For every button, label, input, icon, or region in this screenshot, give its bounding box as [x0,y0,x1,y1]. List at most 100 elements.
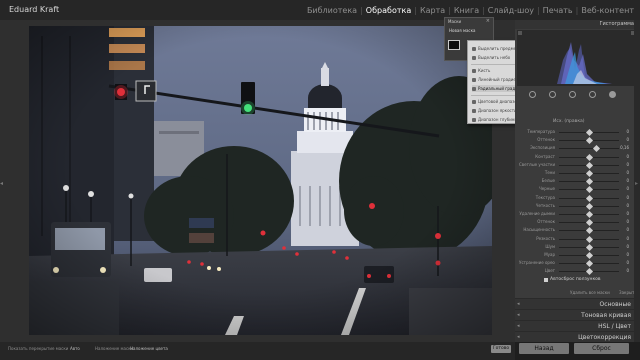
slider-knob[interactable] [585,178,593,186]
histogram-header[interactable]: Гистограмма [515,20,640,29]
module-separator: | [482,6,485,15]
slider-knob[interactable] [585,219,593,227]
module-tab[interactable]: Слайд-шоу [488,6,534,15]
slider-knob[interactable] [585,268,593,276]
slider-knob[interactable] [585,202,593,210]
slider-value[interactable]: 0 [626,236,629,241]
mask-color-label: Наложение маски: [95,346,135,351]
overlay-label: Показать перекрытие маски [8,346,69,351]
slider-value[interactable]: 0 [626,260,629,265]
slider-knob[interactable] [585,251,593,260]
slider-knob[interactable] [585,137,593,145]
slider-value[interactable]: 0 [626,129,629,134]
slider-value[interactable]: 0 [626,268,629,273]
menu-item-label: Диапазон яркости [478,108,517,113]
right-edge: ▸ [634,20,640,342]
slider-label: Удаление дымки [519,211,555,216]
photo-canvas[interactable] [29,26,492,335]
slider-label: Цвет [544,268,555,274]
delete-masks-link[interactable]: Удалить все маски [570,290,610,295]
reset-button[interactable]: Сброс [574,343,629,354]
slider-knob[interactable] [585,243,593,251]
module-tab[interactable]: Веб-контент [581,6,634,15]
slider-knob[interactable] [585,161,593,169]
slider-value[interactable]: 0 [626,227,629,232]
slider-knob[interactable] [585,227,593,235]
slider-knob[interactable] [592,145,600,153]
accordion-tone-curve[interactable]: ◂ Тоновая кривая [515,309,634,320]
top-bar: Eduard Kraft Библиотека | Обработка | Карта |… [0,0,640,20]
auto-reset-checkbox[interactable] [544,277,548,282]
slider-value[interactable]: 0 [626,162,629,167]
slider-knob[interactable] [585,169,593,178]
slider-label: Оттенок [537,137,555,143]
slider-value[interactable]: 0 [626,252,629,257]
slider-value[interactable]: 0 [626,211,629,216]
slider-label: Четкость [535,202,555,208]
slider-knob[interactable] [585,186,593,194]
slider-knob[interactable] [585,260,593,268]
mask-panel-title: Маски [448,19,462,24]
slider-track[interactable] [559,148,619,150]
module-separator: | [414,6,417,15]
slider-value[interactable]: 0 [626,137,629,142]
identity-plate: Eduard Kraft [9,5,60,14]
redeye-icon[interactable] [569,91,576,98]
slider-value[interactable]: 0 [626,244,629,249]
done-button[interactable]: Готово [491,345,511,353]
module-tab[interactable]: Книга [454,6,479,15]
slider-value[interactable]: 0,16 [620,145,629,150]
slider-knob[interactable] [585,210,593,219]
auto-reset-row[interactable]: Автосброс ползунков [544,277,601,282]
mask-thumbnail[interactable] [448,40,460,50]
slider-knob[interactable] [585,153,593,161]
slider-knob[interactable] [585,128,593,137]
mask-tool-icon [472,117,476,122]
slider-value[interactable]: 0 [626,186,629,191]
heal-icon[interactable] [549,91,556,98]
module-separator: | [536,6,540,15]
menu-item-label: Цветовой диапазон [478,99,520,104]
expand-icon: ◂ [517,301,520,307]
mask-tool-icon [472,108,476,113]
tool-strip [517,88,636,104]
menu-item-label: Выделить небо [478,55,511,60]
slider-label: Оттенок [537,219,555,225]
new-mask-button[interactable]: Новая маска [449,28,475,33]
mask-icon[interactable] [589,91,596,98]
mask-color-select[interactable]: Наложение цвета [130,346,168,351]
mask-tool-icon [472,86,476,91]
selected-tool-icon[interactable] [609,91,616,98]
module-tab[interactable]: Карта [420,6,445,15]
slider-value[interactable]: 0 [626,170,629,175]
mask-tool-icon [472,77,476,82]
accordion-label: Основные [599,301,631,308]
slider-label: Тени [544,170,555,175]
slider-label: Температура [527,129,555,134]
auto-reset-label: Автосброс ползунков [550,277,601,282]
slider-value[interactable]: 0 [626,195,629,200]
slider-value[interactable]: 0 [626,203,629,208]
accordion-hsl[interactable]: ◂ HSL / Цвет [515,320,634,331]
histogram-graph [518,31,635,84]
module-tab[interactable]: Печать [543,6,573,15]
module-tab[interactable]: Обработка [366,6,411,15]
crop-icon[interactable] [529,91,536,98]
right-panel-toggle-icon[interactable]: ▸ [635,180,638,187]
left-panel-toggle-icon[interactable]: ◂ [0,180,5,192]
previous-button[interactable]: Назад [519,343,569,354]
close-icon[interactable]: × [486,18,490,24]
slider-label: Насыщенность [523,227,555,233]
accordion-color-grading[interactable]: ◂ Цветокоррекция [515,331,634,342]
slider-knob[interactable] [585,194,593,202]
slider-value[interactable]: 0 [626,219,629,224]
slider-value[interactable]: 0 [626,178,629,183]
bottom-toolbar: Показать перекрытие маски Авто Наложение… [0,342,515,360]
accordion-basic[interactable]: ◂ Основные [515,298,634,309]
accordion-label: HSL / Цвет [598,323,631,330]
slider-label: Резкость [536,235,555,241]
overlay-select[interactable]: Авто [70,346,80,351]
slider-value[interactable]: 0 [626,154,629,159]
module-tab[interactable]: Библиотека [307,6,357,15]
slider-knob[interactable] [585,235,593,243]
